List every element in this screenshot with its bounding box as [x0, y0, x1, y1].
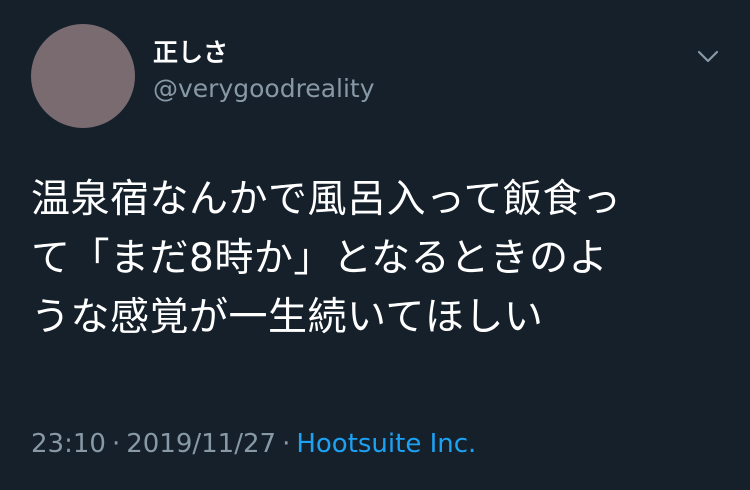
tweet-time[interactable]: 23:10 — [31, 429, 106, 459]
separator: · — [282, 429, 291, 459]
tweet-meta: 23:10 · 2019/11/27 · Hootsuite Inc. — [31, 428, 476, 460]
chevron-down-icon[interactable] — [694, 44, 722, 68]
author-display-name[interactable]: 正しさ — [153, 38, 228, 68]
tweet-text-line: 温泉宿なんかで風呂入って飯食っ — [31, 177, 622, 222]
tweet-text-line: て「まだ8時か」となるときのよ — [31, 236, 609, 281]
separator: · — [111, 429, 121, 459]
avatar[interactable] — [31, 24, 135, 128]
author-handle[interactable]: @verygoodreality — [153, 74, 375, 104]
tweet-text-line: うな感覚が一生続いてほしい — [31, 295, 544, 340]
tweet-date[interactable]: 2019/11/27 — [126, 429, 276, 459]
tweet-text: 温泉宿なんかで風呂入って飯食っ て「まだ8時か」となるときのよ うな感覚が一生続… — [31, 170, 721, 347]
tweet-source-link[interactable]: Hootsuite Inc. — [296, 429, 476, 459]
